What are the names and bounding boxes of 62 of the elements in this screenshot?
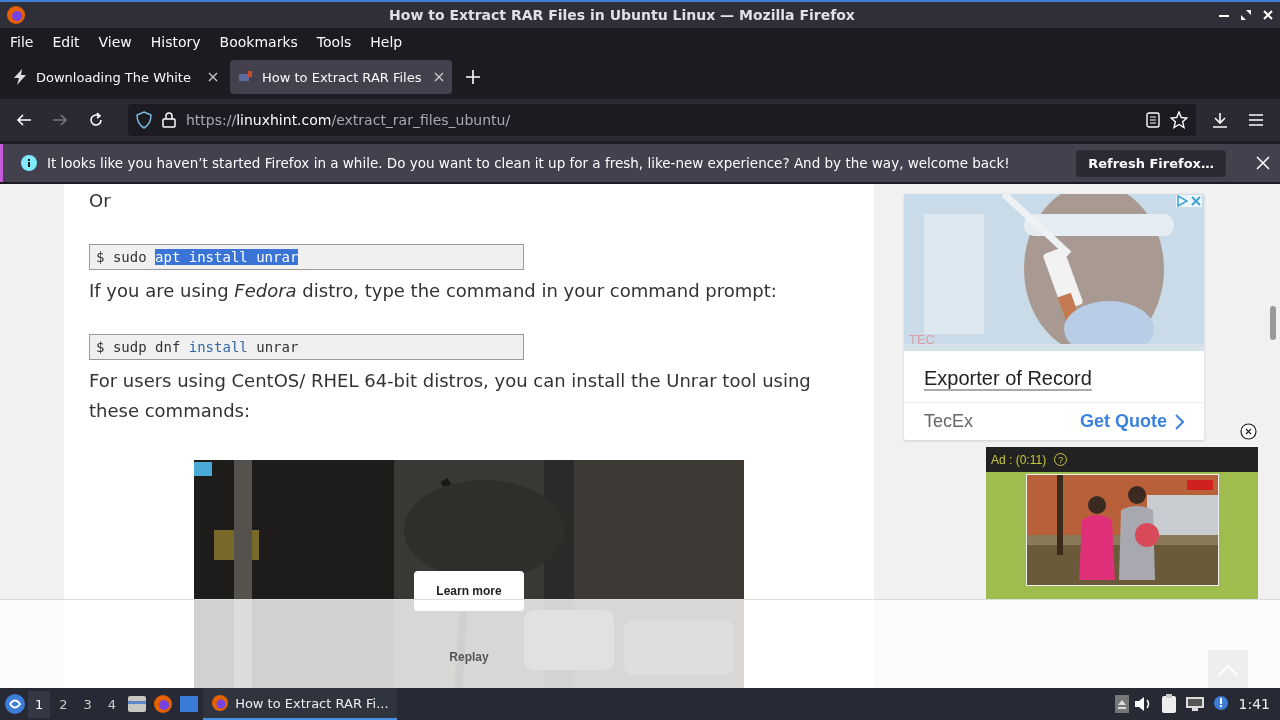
replay-button[interactable]: Replay xyxy=(434,649,504,665)
chevron-right-icon[interactable] xyxy=(1175,413,1184,430)
browser-tab[interactable]: Downloading The White xyxy=(4,60,226,94)
window-title: How to Extract RAR Files in Ubuntu Linux — Mozilla Firefox xyxy=(388,7,856,23)
code-block: $ sudp dnf install unrar xyxy=(89,334,524,360)
back-icon[interactable] xyxy=(16,112,32,128)
advertiser-name: TecEx xyxy=(924,411,975,432)
maximize-icon[interactable] xyxy=(1240,9,1252,21)
menu-item[interactable]: Tools xyxy=(310,31,358,52)
window-icon[interactable] xyxy=(179,695,200,713)
workspace-button[interactable]: 1 xyxy=(28,690,51,718)
browser-tab[interactable]: How to Extract RAR Files xyxy=(230,60,452,94)
workspace-button[interactable]: 3 xyxy=(76,690,99,718)
notification-message: It looks like you haven’t started Firefox in a while. Do you want to clean it up for a fresh, like-new experience? And by the way, welcome back! xyxy=(47,155,1011,171)
brand-mark: TEC xyxy=(909,332,935,347)
shield-icon[interactable] xyxy=(136,111,152,129)
menu-item[interactable]: History xyxy=(144,31,207,52)
firefox-icon xyxy=(211,694,230,712)
ad-title[interactable]: Exporter of Record xyxy=(924,367,1092,391)
menu-item[interactable]: Help xyxy=(364,31,409,52)
star-icon[interactable] xyxy=(1170,111,1188,129)
start-menu-icon[interactable] xyxy=(4,693,26,715)
get-quote-link[interactable]: Get Quote xyxy=(1080,411,1184,432)
menu-item[interactable]: File xyxy=(4,31,40,52)
workspace-button[interactable]: 4 xyxy=(100,690,124,718)
volume-icon[interactable] xyxy=(1133,696,1152,712)
reload-icon[interactable] xyxy=(88,112,104,128)
reader-view-icon[interactable] xyxy=(1146,112,1160,128)
plus-icon[interactable] xyxy=(466,70,480,84)
menu-item[interactable]: View xyxy=(92,31,138,52)
forward-icon[interactable] xyxy=(52,112,68,128)
paragraph: Or xyxy=(89,189,112,213)
lock-icon[interactable] xyxy=(162,112,176,128)
tab-title: Downloading The White xyxy=(36,69,192,85)
menu-item[interactable]: Edit xyxy=(46,31,86,52)
tab-title: How to Extract RAR Files xyxy=(262,69,423,85)
firefox-icon[interactable] xyxy=(153,694,174,714)
code-block: $ sudo apt install unrar xyxy=(89,244,524,270)
paragraph: For users using CentOS/ RHEL 64-bit distros, you can install the Unrar tool using these commands: xyxy=(89,369,812,423)
play-icon[interactable] xyxy=(1176,195,1188,207)
url-text: https://linuxhint.com/extract_rar_files_ubuntu/ xyxy=(186,112,512,128)
menu-icon[interactable] xyxy=(1248,113,1264,127)
paragraph: If you are using Fedora distro, type the command in your command prompt: xyxy=(89,279,778,303)
firefox-icon xyxy=(6,5,26,25)
workspace-button[interactable]: 2 xyxy=(52,690,75,718)
network-icon[interactable] xyxy=(1184,696,1205,712)
file-manager-icon[interactable] xyxy=(127,695,148,713)
address-bar[interactable]: https://linuxhint.com/extract_rar_files_ubuntu/ xyxy=(128,104,1196,136)
download-icon[interactable] xyxy=(1212,112,1228,128)
menu-item[interactable]: Bookmarks xyxy=(213,31,304,52)
close-icon[interactable] xyxy=(1240,423,1257,440)
scroll-to-top-button[interactable] xyxy=(1208,650,1248,689)
notification-icon[interactable] xyxy=(1212,695,1229,713)
clipboard-icon[interactable] xyxy=(1160,694,1177,714)
eject-icon[interactable] xyxy=(1114,695,1129,713)
clock: 1:41 xyxy=(1237,696,1271,712)
ad-timer: Ad : (0:11) xyxy=(991,452,1047,467)
info-icon xyxy=(21,155,37,171)
scrollbar-thumb[interactable] xyxy=(1270,306,1276,340)
lightning-icon xyxy=(12,69,28,85)
refresh-firefox-button[interactable]: Refresh Firefox… xyxy=(1076,149,1226,177)
taskbar-task[interactable]: How to Extract RAR Fi... xyxy=(203,688,397,720)
